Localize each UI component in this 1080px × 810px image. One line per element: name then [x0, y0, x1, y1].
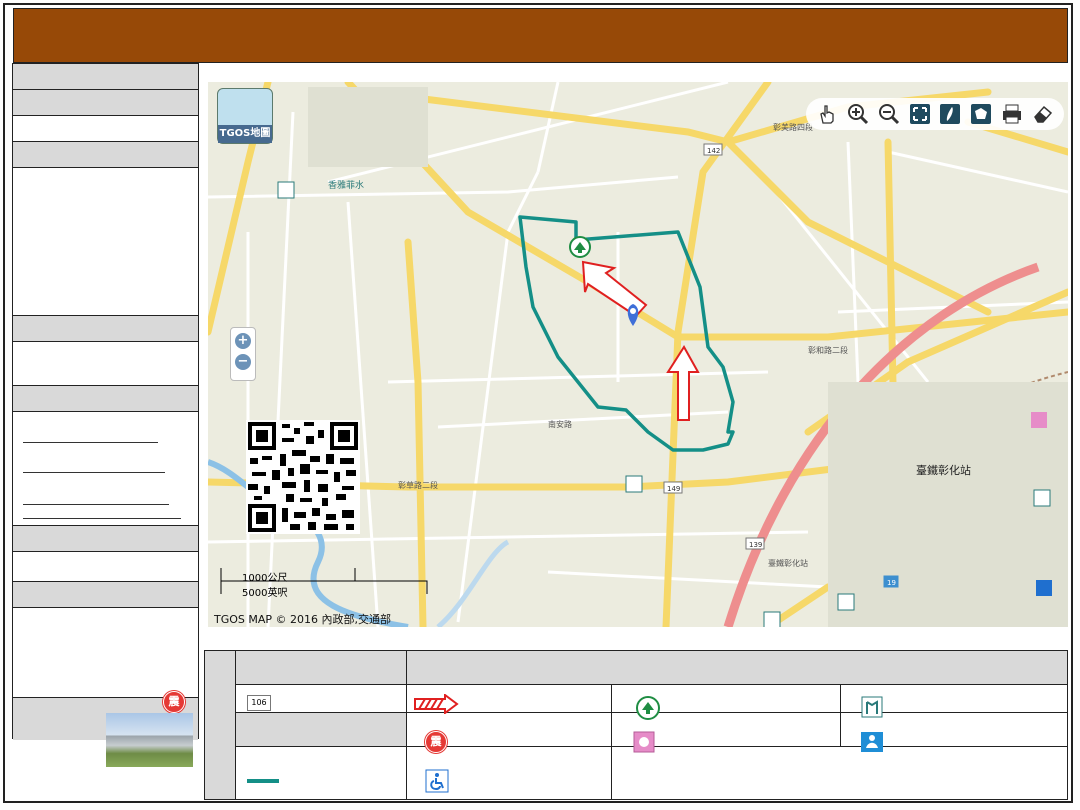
- route-149: 149: [667, 485, 680, 493]
- route-139: 139: [749, 541, 762, 549]
- sidebar-section-4: [13, 316, 198, 342]
- sidebar-field-3: [13, 342, 198, 386]
- school-icon: [569, 236, 591, 258]
- sidebar-link-2[interactable]: [23, 472, 165, 473]
- sidebar-link-4[interactable]: [23, 518, 181, 519]
- legend-side-header: [205, 651, 236, 799]
- sidebar-field-2: [13, 168, 198, 316]
- tgos-logo[interactable]: TGOS地圖: [217, 88, 273, 144]
- sidebar-section-2: [13, 90, 198, 116]
- building-photo: [106, 713, 193, 767]
- map-scale: 1000公尺 5000英呎: [220, 568, 430, 599]
- map-canvas[interactable]: 142 149 139 19 臺鐵彰化站 香雅菲水 彰美路四段 彰和路二段 南安…: [208, 82, 1068, 627]
- zoom-in-icon[interactable]: [846, 102, 870, 126]
- legend-header-row: [236, 651, 1067, 684]
- boundary-line-icon: [247, 779, 279, 783]
- scale-metric: 1000公尺: [242, 573, 288, 584]
- legend-gray-cell: [236, 713, 406, 746]
- road-label-5: 臺鐵彰化站: [768, 558, 808, 568]
- print-icon[interactable]: [1000, 102, 1024, 126]
- sidebar-link-list: [13, 412, 198, 526]
- hospital-icon: [1031, 412, 1047, 428]
- info-sidebar: 震: [12, 63, 199, 740]
- hand-pan-icon[interactable]: [815, 102, 839, 126]
- sidebar-field-1: [13, 116, 198, 142]
- title-bar: [13, 8, 1068, 63]
- sidebar-link-1[interactable]: [23, 442, 158, 443]
- arrow-icon: [414, 694, 459, 714]
- route-19: 19: [887, 579, 896, 587]
- sidebar-section-7: [13, 582, 198, 608]
- earthquake-icon: 震: [163, 691, 185, 713]
- tgos-logo-label: TGOS地圖: [218, 125, 272, 143]
- sidebar-field-4: [13, 552, 198, 582]
- sidebar-section-6: [13, 526, 198, 552]
- sports-icon: [861, 696, 883, 718]
- eraser-icon[interactable]: [1031, 102, 1055, 126]
- sidebar-field-5: [13, 608, 198, 698]
- earthquake-icon: 震: [425, 731, 447, 753]
- station-label: 臺鐵彰化站: [916, 463, 971, 477]
- zoom-control: + −: [230, 327, 256, 381]
- route-badge-icon: 106: [247, 695, 271, 711]
- legend-table: 106 震: [204, 650, 1068, 800]
- sidebar-link-3[interactable]: [23, 504, 169, 505]
- qr-code: [246, 420, 360, 534]
- map-toolbar: [806, 98, 1064, 130]
- road-label-1: 彰美路四段: [773, 122, 813, 132]
- zoom-out-button[interactable]: −: [235, 354, 251, 370]
- sidebar-section-1: [13, 64, 198, 90]
- accessible-icon: [425, 769, 449, 793]
- route-142: 142: [707, 147, 720, 155]
- school-icon: [636, 696, 660, 720]
- location-marker: [627, 304, 639, 326]
- place-label: 香雅菲水: [328, 179, 364, 191]
- map-view[interactable]: 142 149 139 19 臺鐵彰化站 香雅菲水 彰美路四段 彰和路二段 南安…: [208, 82, 1068, 627]
- accessible-icon: [1036, 580, 1052, 596]
- zoom-out-icon[interactable]: [877, 102, 901, 126]
- road-label-2: 彰和路二段: [808, 345, 848, 355]
- taiwan-icon[interactable]: [938, 102, 962, 126]
- scale-imperial: 5000英呎: [242, 588, 288, 599]
- road-label-4: 彰草路二段: [398, 480, 438, 490]
- hospital-icon: [633, 731, 655, 753]
- map-credit: TGOS MAP © 2016 內政部,交通部: [214, 613, 392, 626]
- polygon-icon[interactable]: [969, 102, 993, 126]
- zoom-in-button[interactable]: +: [235, 333, 251, 349]
- road-label-3: 南安路: [548, 419, 572, 429]
- sidebar-section-3: [13, 142, 198, 168]
- nursery-icon: [861, 732, 883, 752]
- full-extent-icon[interactable]: [908, 102, 932, 126]
- sidebar-section-5: [13, 386, 198, 412]
